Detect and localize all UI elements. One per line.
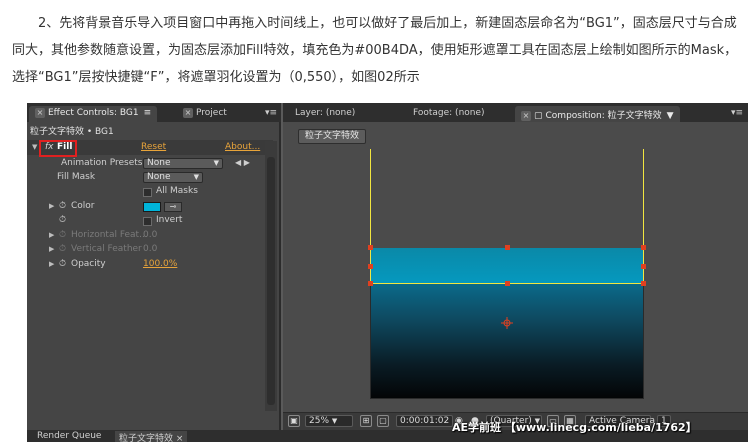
opacity-value[interactable]: 100.0% [143,259,177,269]
stopwatch-icon[interactable]: ⏱ [59,244,66,254]
layer-path: 粒子文字特效 • BG1 [30,127,114,137]
fill-mask-label: Fill Mask [57,172,96,182]
mask-handle[interactable] [505,245,510,250]
panel-menu-icon[interactable]: ▾≡ [731,108,743,118]
horizontal-feather-value[interactable]: 0.0 [143,230,157,240]
menu-icon[interactable]: ≡ [144,108,152,118]
row-all-masks: All Masks [27,185,273,199]
watermark-text: AE学前班 【www.linecg.com/lieba/1762】 [452,421,697,434]
vertical-feather-value[interactable]: 0.0 [143,244,157,254]
stopwatch-icon[interactable]: ⏱ [59,215,66,225]
close-icon[interactable]: × [35,108,45,118]
composition-viewer-panel: Layer: (none) Footage: (none) × ▢ Composit… [283,103,748,430]
article-paragraph: 2、先将背景音乐导入项目窗口中再拖入时间线上，也可以做好了最后加上，新建固态层命… [12,16,738,85]
tab-layer[interactable]: Layer: (none) [289,106,361,122]
chevron-down-icon[interactable]: ▼ [667,111,674,121]
expand-triangle-icon[interactable]: ▼ [32,143,37,151]
stopwatch-icon[interactable]: ⏱ [59,230,66,240]
scrollbar-thumb[interactable] [267,157,275,405]
eyedropper-icon[interactable]: ⊸ [164,202,182,212]
expand-triangle-icon[interactable]: ▶ [49,202,54,210]
stopwatch-icon[interactable]: ⏱ [59,259,66,269]
tab-footage[interactable]: Footage: (none) [407,106,491,122]
color-swatch[interactable] [143,202,161,212]
mask-visibility-icon[interactable]: ▢ [377,415,389,427]
animation-presets-label: Animation Presets: [61,158,146,168]
expand-triangle-icon[interactable]: ▶ [49,245,54,253]
panel-menu-icon[interactable]: ▾≡ [265,108,277,118]
animation-presets-dropdown[interactable]: None ▼ [143,158,223,169]
row-invert: ⏱ Invert [27,214,273,228]
mask-handle[interactable] [368,264,373,269]
zoom-dropdown[interactable]: 25% ▼ [305,415,353,427]
row-horizontal-feather: ▶ ⏱ Horizontal Feat... 0.0 [27,229,273,243]
row-fill-mask: Fill Mask None ▼ [27,171,273,185]
reset-link[interactable]: Reset [141,142,166,152]
tab-effect-controls[interactable]: × Effect Controls: BG1 ≡ [29,106,158,122]
expand-triangle-icon[interactable]: ▶ [49,260,54,268]
close-icon[interactable]: × [183,108,193,118]
canvas-border [370,149,644,399]
mask-handle[interactable] [641,264,646,269]
timecode-display[interactable]: 0:00:01:02 [396,415,454,427]
chevron-down-icon: ▼ [193,173,199,181]
row-vertical-feather: ▶ ⏱ Vertical Feather 0.0 [27,243,273,257]
lock-icon[interactable]: ▢ [534,111,543,121]
row-animation-presets: Animation Presets: None ▼ ◀ ▶ [27,157,273,171]
all-masks-checkbox[interactable] [143,188,152,197]
tab-project[interactable]: × Project [177,106,233,122]
mask-handle[interactable] [505,281,510,286]
after-effects-screenshot: × Effect Controls: BG1 ≡ × Project ▾≡ 粒子文字特… [27,103,748,442]
invert-label: Invert [156,215,183,225]
invert-checkbox[interactable] [143,217,152,226]
stopwatch-icon[interactable]: ⏱ [59,201,66,211]
article-text: 2、先将背景音乐导入项目窗口中再拖入时间线上，也可以做好了最后加上，新建固态层命… [12,10,744,91]
mask-handle[interactable] [368,281,373,286]
close-icon[interactable]: × [521,111,531,121]
highlight-box [39,140,77,157]
row-color: ▶ ⏱ Color ⊸ [27,200,273,214]
horizontal-feather-label: Horizontal Feat... [71,230,148,240]
all-masks-label: All Masks [156,186,198,196]
color-label: Color [71,201,95,211]
tab-render-queue[interactable]: Render Queue [37,431,101,441]
effect-panel-scrollbar[interactable] [265,141,277,411]
composition-nav-button[interactable]: 粒子文字特效 [298,129,367,144]
about-link[interactable]: About... [225,142,260,152]
effect-panel-tabbar: × Effect Controls: BG1 ≡ × Project ▾≡ [27,103,281,122]
chevron-down-icon: ▼ [213,159,219,167]
tab-composition[interactable]: × ▢ Composition: 粒子文字特效 ▼ [515,106,680,122]
preset-prev-next-icon[interactable]: ◀ ▶ [235,158,250,167]
fill-mask-dropdown[interactable]: None ▼ [143,172,203,183]
always-preview-icon[interactable]: ▣ [288,415,300,427]
grid-icon[interactable]: ⊞ [360,415,372,427]
effect-controls-panel: × Effect Controls: BG1 ≡ × Project ▾≡ 粒子文字特… [27,103,281,442]
vertical-feather-label: Vertical Feather [71,244,142,254]
composition-canvas[interactable] [368,149,646,399]
opacity-label: Opacity [71,259,106,269]
chevron-down-icon: ▼ [331,417,338,425]
mask-handle[interactable] [641,245,646,250]
row-opacity: ▶ ⏱ Opacity 100.0% [27,258,273,272]
anchor-point-icon[interactable] [501,317,513,329]
tab-timeline[interactable]: 粒子文字特效 × [115,431,188,442]
viewer-tabbar: Layer: (none) Footage: (none) × ▢ Composit… [283,103,748,122]
mask-handle[interactable] [641,281,646,286]
expand-triangle-icon[interactable]: ▶ [49,231,54,239]
close-icon[interactable]: × [176,434,184,442]
mask-handle[interactable] [368,245,373,250]
